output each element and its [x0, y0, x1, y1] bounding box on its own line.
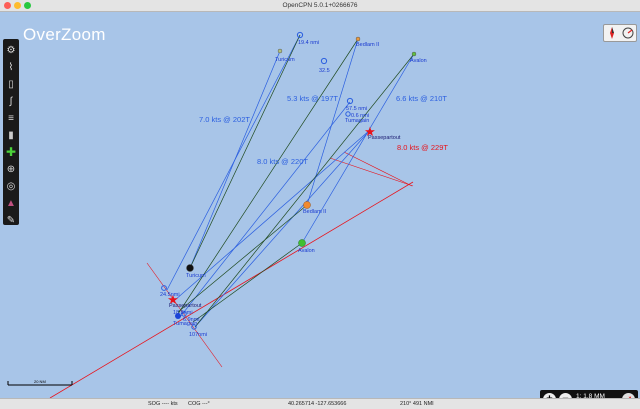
own-course-line — [49, 181, 414, 398]
avalon-lower-label: Avalon — [298, 248, 315, 254]
tumagain-cpa-icon[interactable] — [346, 97, 354, 105]
avalon-label: Avalon — [410, 58, 427, 64]
bedlam-vector-label: 8.0 kts @ 220T — [257, 157, 308, 166]
range-label-4: 107nmi — [189, 332, 207, 338]
ais-target-icon[interactable]: ◎ — [4, 179, 18, 193]
pencil-icon[interactable]: ✎ — [4, 213, 18, 227]
avalon-vector-label: 6.6 kts @ 210T — [396, 94, 447, 103]
chart-canvas[interactable]: ★ ★ Turicum 19.4 nmi Bedlam II 32.5 Aval… — [0, 12, 640, 408]
tumagain-lower-label: Tumagain — [173, 321, 197, 327]
route-icon[interactable]: ⌇ — [4, 60, 18, 74]
bedlam-range-label: 32.5 — [319, 68, 330, 74]
title-bar: OpenCPN 5.0.1+0266676 — [0, 0, 640, 12]
overzoom-label: OverZoom — [23, 25, 106, 44]
status-bar: SOG ---- kts COG ---° 40.265714 -127.653… — [0, 398, 640, 409]
chart-overlay: ★ ★ Turicum 19.4 nmi Bedlam II 32.5 Aval… — [7, 31, 448, 398]
scale-label: 20 NM — [34, 379, 46, 384]
passepartout-cog-line — [343, 151, 413, 187]
range-label-1: 24.5nmi — [160, 292, 180, 298]
turicum-target-icon[interactable] — [277, 48, 283, 54]
bedlam-lower-label: Bedlam II — [303, 209, 327, 215]
tumagain-target-icon[interactable] — [345, 111, 351, 117]
compass-rose-icon — [610, 27, 634, 39]
main-toolbar: ⚙ ⌇ ▯ ∫ ≡ ▮ ✚ ⊕ ◎ ▲ ✎ — [3, 39, 19, 227]
list-icon[interactable]: ≡ — [4, 111, 18, 125]
settings-gear-icon[interactable]: ⚙ — [4, 43, 18, 57]
track-icon[interactable]: ∫ — [4, 94, 18, 108]
passepartout-lower-label: Passepartout — [169, 303, 202, 309]
passepartout-vector-label: 8.0 kts @ 229T — [397, 143, 448, 152]
plugin-puzzle-icon[interactable]: ✚ — [4, 145, 18, 159]
document-icon[interactable]: ▯ — [4, 77, 18, 91]
tumagain-vector-label: 5.3 kts @ 197T — [287, 94, 338, 103]
bedlam-ship-icon[interactable] — [303, 201, 311, 209]
turicum-lower-label: Turicum — [186, 273, 206, 279]
bedlam-label: Bedlam II — [356, 42, 380, 48]
opencpn-window: OpenCPN 5.0.1+0266676 ★ ★ Turicum 19.4 n… — [0, 0, 640, 409]
turicum-range-label: 19.4 nmi — [298, 40, 319, 46]
tide-icon[interactable]: ▲ — [4, 196, 18, 210]
bedlam-cpa-icon[interactable] — [320, 57, 328, 65]
zoom-search-icon[interactable]: ⊕ — [4, 162, 18, 176]
turicum-label: Turicum — [275, 57, 295, 63]
turicum-vector-label: 7.0 kts @ 202T — [199, 115, 250, 124]
sog-status: SOG ---- kts — [148, 401, 178, 407]
cog-status: COG ---° — [188, 401, 210, 407]
bedlam-target-icon[interactable] — [355, 36, 361, 42]
range-label-2: 18.8nmi — [173, 310, 193, 316]
avalon-lower-track — [192, 242, 303, 323]
bedlam-lower-track — [177, 204, 308, 313]
tumagain-label: Tumagain — [345, 118, 369, 124]
turicum-ship-icon[interactable] — [186, 264, 194, 272]
passepartout-label: Passepartout — [368, 135, 401, 141]
cursor-position: 40.265714 -127.653666 — [288, 401, 347, 407]
avalon-target-icon[interactable] — [411, 51, 417, 57]
compass-widget[interactable] — [603, 24, 637, 42]
turicum-green-track — [189, 34, 301, 269]
tumagain-range-label: 57.5 nmi — [346, 106, 367, 112]
cursor-bearing: 210° 491 NMI — [400, 401, 434, 407]
passepartout-heading-line — [329, 157, 414, 187]
avalon-ship-icon[interactable] — [298, 239, 306, 247]
chart-icon[interactable]: ▮ — [4, 128, 18, 142]
window-title: OpenCPN 5.0.1+0266676 — [282, 2, 358, 9]
